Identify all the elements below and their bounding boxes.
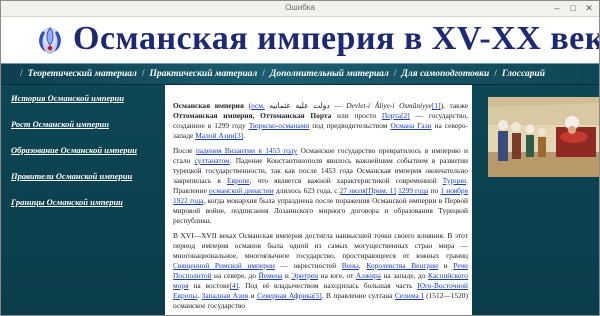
article-link[interactable]: Эритреи [291,271,318,280]
sidebar-item-1[interactable]: История Османской империи [11,93,165,103]
article-link[interactable]: Священной Римской империи [173,261,275,270]
article-link[interactable]: [1] [432,101,441,110]
article-link[interactable]: султанатом [194,156,229,165]
article-link[interactable]: Порта [382,111,401,120]
article-italic-text: Devlet-i Âliye-i Osmâniyye [346,101,432,110]
article-link[interactable]: 27 июля [340,186,366,195]
sidebar-item-2[interactable]: Рост Османской империи [11,119,165,129]
article-link[interactable]: осм. [251,101,265,110]
window-title: Ошибка [285,3,315,12]
article-text: دولت عليه عثمانيه — [264,101,347,110]
article-paragraph-3: В XVI—XVII веках Османская империя дости… [173,231,468,311]
nav-item-3[interactable]: Дополнительный материал [270,69,389,79]
article-text: длилось 623 года, с [273,186,340,195]
article-text: . Под её владычеством находилась большая… [238,281,418,290]
article-link[interactable]: Тюркско-османами [249,121,309,130]
sidebar-list: История Османской империи Рост Османской … [1,85,165,207]
article-link[interactable]: османской династии [209,186,274,195]
article-text: После [173,146,196,155]
article-content: Османская империя (осм. دولت عليه عثماني… [169,95,472,315]
sidebar-item-4[interactable]: Правители Османской империи [11,171,165,181]
article-link[interactable]: [Прим. 1] [366,186,396,195]
article-link[interactable]: Османа Гази [390,121,431,130]
sidebar-item-5[interactable]: Границы Османской империи [11,197,165,207]
article-link[interactable]: [2] [401,111,410,120]
article-link[interactable]: [5] [313,291,322,300]
article-text: под предводительством [309,121,391,130]
article-paragraph-1: Османская империя (осм. دولت عليه عثماني… [173,101,468,141]
site-header: Османская империя в XV-XX веках [1,17,599,63]
article-link[interactable]: Йемена [259,271,283,280]
minimize-icon[interactable]: – [551,3,563,14]
article-text: на юге, от [318,271,356,280]
article-link[interactable]: Королевства Венгрии [366,261,438,270]
close-icon[interactable]: ✕ [583,3,595,14]
article-text: на севере, до [211,271,259,280]
article-text: . [243,131,245,140]
article-link[interactable]: Европе [227,176,250,185]
top-navigation: / Теоретический материал / Практический мат… [1,63,599,85]
site-title: Османская империя в XV-XX веках [73,20,600,57]
article-link[interactable]: Турции [443,176,466,185]
window-titlebar: Ошибка – □ ✕ [1,1,599,17]
article-text: и [248,291,258,300]
maximize-icon[interactable]: □ [567,3,579,14]
nav-item-2[interactable]: Практический материал [150,69,258,79]
article-link[interactable]: [4] [230,281,239,290]
sidebar-item-3[interactable]: Образование Османской империи [11,145,165,155]
article-text: и [438,261,454,270]
nav-separator: / [494,69,497,79]
article-link[interactable]: Северная Африка [257,291,313,300]
ottoman-court-painting [488,97,599,177]
nav-separator: / [141,69,145,79]
article-paragraph-2: После падения Византии в 1453 году Осман… [173,146,468,226]
article-text: — окрестностей [274,261,342,270]
nav-item-1[interactable]: Теоретический материал [28,69,137,79]
article-text: , когда монархия была упразднена после п… [173,196,468,225]
article-link[interactable]: падения Византии в 1453 году [196,146,297,155]
article-link[interactable]: Вены [342,261,359,270]
sidebar: История Османской империи Рост Османской … [1,85,165,315]
article-link[interactable]: Селима I [395,291,424,300]
article-text: ( [243,101,252,110]
article-text: по [428,186,441,195]
article-bold-text: Оттоманская империя, Оттоманская Порта [173,111,332,120]
nav-item-4[interactable]: Для самоподготовки [401,69,489,79]
window-controls: – □ ✕ [551,3,595,14]
nav-separator: / [20,69,23,79]
article-text: ), также [440,101,469,110]
article-link[interactable]: Алжира [356,271,381,280]
article-link[interactable]: 1299 года [398,186,428,195]
nav-item-5[interactable]: Глоссарий [502,69,545,79]
article-link[interactable]: Малой Азии [195,131,234,140]
nav-separator: / [393,69,397,79]
article-text: на западе, до [380,271,428,280]
nav-list: / Теоретический материал / Практический мат… [1,64,599,84]
article-text: на востоке [188,281,230,290]
app-window: Ошибка – □ ✕ Османская империя в XV-XX в… [0,0,600,316]
nav-separator: / [262,69,265,79]
crescent-emblem-icon [33,23,67,57]
article-link[interactable]: [3] [235,131,244,140]
article-text: , что является важной характеристикой со… [249,176,443,185]
article-text: . В правление султана [321,291,395,300]
article-text: или просто [331,111,382,120]
article-bold-text: Османская империя [173,101,244,110]
article-text: и [282,271,292,280]
article-link[interactable]: Западная Азия [202,291,249,300]
article-text: В XVI—XVII веках Османская империя дости… [173,231,468,260]
